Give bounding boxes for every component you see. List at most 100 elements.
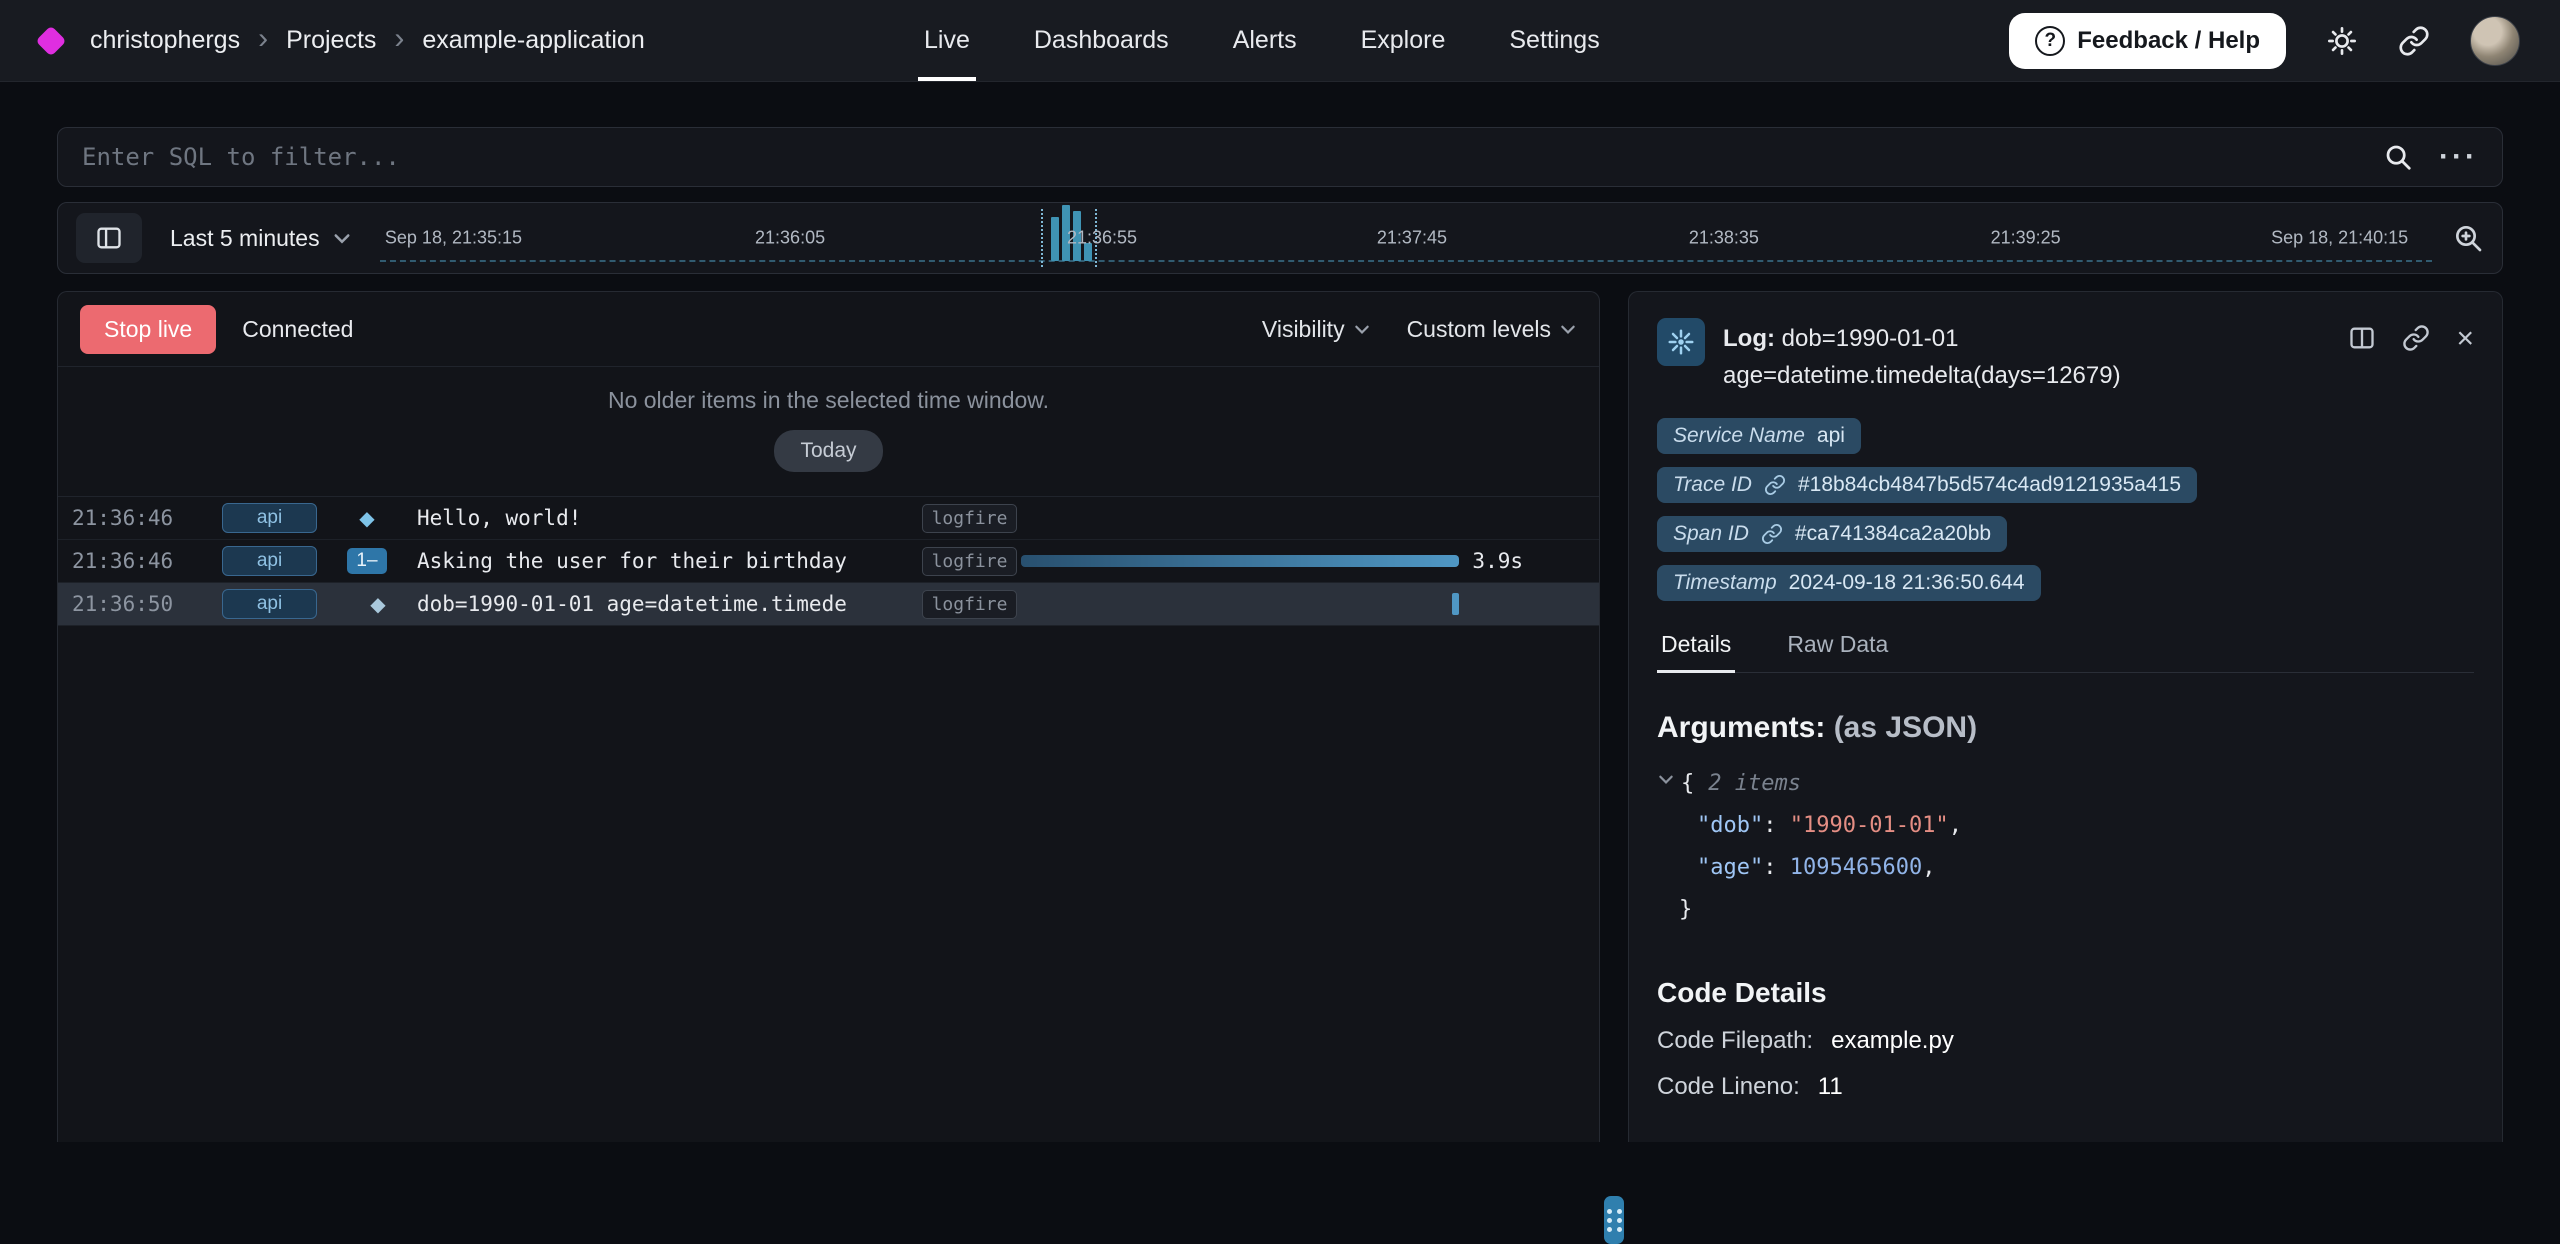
nav-tab-settings[interactable]: Settings bbox=[1477, 0, 1631, 81]
question-icon: ? bbox=[2035, 26, 2065, 56]
sun-icon bbox=[2326, 25, 2358, 57]
timeline-tick: 21:36:05 bbox=[755, 228, 825, 249]
breadcrumb: christophergs › Projects › example-appli… bbox=[90, 24, 645, 58]
live-header-controls: Visibility Custom levels bbox=[1262, 316, 1577, 343]
log-timestamp: 21:36:50 bbox=[72, 592, 212, 616]
live-logs-panel: Stop live Connected Visibility Custom le… bbox=[57, 291, 1600, 1142]
json-colon: : bbox=[1763, 855, 1790, 880]
sparkle-icon bbox=[1666, 327, 1696, 357]
attribute-label: Span ID bbox=[1673, 522, 1749, 546]
json-value: "1990-01-01" bbox=[1790, 813, 1949, 838]
theme-toggle-button[interactable] bbox=[2326, 25, 2358, 57]
breadcrumb-separator-icon: › bbox=[394, 24, 404, 58]
close-panel-button[interactable]: × bbox=[2456, 324, 2474, 354]
detail-tab-details[interactable]: Details bbox=[1657, 631, 1735, 672]
log-row[interactable]: 21:36:46 api 1– Asking the user for their b… bbox=[58, 540, 1599, 583]
arguments-heading-suffix: (as JSON) bbox=[1834, 711, 1977, 744]
json-open-brace: { bbox=[1681, 771, 1694, 796]
log-diamond-icon: ◆ bbox=[370, 594, 385, 616]
json-items-count: 2 items bbox=[1708, 771, 1801, 796]
nav-tab-explore[interactable]: Explore bbox=[1329, 0, 1478, 81]
timeline-tick: 21:36:55 bbox=[1067, 228, 1137, 249]
logfire-logo-icon[interactable] bbox=[35, 25, 66, 56]
histogram-bar bbox=[1051, 217, 1059, 261]
timeline-track[interactable]: Sep 18, 21:35:1521:36:0521:36:5521:37:45… bbox=[380, 203, 2432, 273]
breadcrumb-org[interactable]: christophergs bbox=[90, 26, 240, 55]
columns-icon bbox=[2348, 324, 2376, 352]
time-range-select[interactable]: Last 5 minutes bbox=[162, 225, 360, 252]
arguments-heading-text: Arguments: bbox=[1657, 711, 1825, 744]
link-icon bbox=[2398, 25, 2430, 57]
attribute-service-name[interactable]: Service Nameapi bbox=[1657, 418, 1861, 454]
span-bar-zone bbox=[1017, 583, 1599, 625]
attribute-value: #ca741384ca2a20bb bbox=[1795, 522, 1991, 546]
search-button[interactable] bbox=[2383, 142, 2413, 172]
json-root-line: {2 items bbox=[1657, 763, 2474, 805]
copy-link-button[interactable] bbox=[2402, 324, 2430, 352]
detail-tab-raw-data[interactable]: Raw Data bbox=[1783, 631, 1892, 672]
log-point-marker bbox=[1452, 593, 1459, 615]
breadcrumb-projects[interactable]: Projects bbox=[286, 26, 376, 55]
visibility-label: Visibility bbox=[1262, 316, 1345, 343]
json-key: "age" bbox=[1697, 855, 1763, 880]
nav-tab-live[interactable]: Live bbox=[892, 0, 1002, 81]
log-timestamp: 21:36:46 bbox=[72, 549, 212, 573]
code-filepath-label: Code Filepath: bbox=[1657, 1027, 1813, 1055]
detail-title-text: dob=1990-01-01 age=datetime.timedelta(da… bbox=[1723, 325, 2121, 389]
log-message: Hello, world! bbox=[417, 506, 922, 530]
sidebar-toggle-button[interactable] bbox=[76, 213, 142, 263]
span-bar-zone bbox=[1017, 497, 1599, 539]
collapse-children-badge[interactable]: 1– bbox=[347, 548, 386, 574]
nav-tab-alerts[interactable]: Alerts bbox=[1201, 0, 1329, 81]
log-message: Asking the user for their birthday bbox=[417, 549, 922, 573]
log-type-icon bbox=[1657, 318, 1705, 366]
empty-window-zone: No older items in the selected time wind… bbox=[58, 367, 1599, 497]
service-badge[interactable]: api bbox=[222, 503, 317, 533]
sidebar-toggle-icon bbox=[95, 224, 123, 252]
feedback-help-button[interactable]: ? Feedback / Help bbox=[2009, 13, 2286, 69]
timeline-bar: Last 5 minutes Sep 18, 21:35:1521:36:052… bbox=[57, 202, 2503, 274]
service-badge[interactable]: api bbox=[222, 546, 317, 576]
custom-levels-label: Custom levels bbox=[1407, 316, 1551, 343]
panel-divider bbox=[1600, 291, 1628, 1142]
log-diamond-icon: ◆ bbox=[359, 508, 374, 530]
feedback-help-label: Feedback / Help bbox=[2077, 27, 2260, 55]
attribute-trace-id[interactable]: Trace ID#18b84cb4847b5d574c4ad9121935a41… bbox=[1657, 467, 2197, 503]
stop-live-button[interactable]: Stop live bbox=[80, 305, 216, 354]
timeline-tick: Sep 18, 21:40:15 bbox=[2271, 228, 2408, 249]
detail-actions: × bbox=[2348, 318, 2474, 394]
timeline-tick: 21:38:35 bbox=[1689, 228, 1759, 249]
user-avatar[interactable] bbox=[2470, 16, 2520, 66]
breadcrumb-project[interactable]: example-application bbox=[422, 26, 644, 55]
nav-tab-dashboards[interactable]: Dashboards bbox=[1002, 0, 1201, 81]
zoom-button[interactable] bbox=[2452, 222, 2484, 254]
filter-menu-button[interactable]: ··· bbox=[2439, 140, 2478, 174]
span-duration-bar[interactable] bbox=[1021, 555, 1459, 567]
timeline-tick: 21:37:45 bbox=[1377, 228, 1447, 249]
collapse-caret-icon[interactable] bbox=[1657, 770, 1675, 788]
visibility-dropdown[interactable]: Visibility bbox=[1262, 316, 1371, 343]
log-timestamp: 21:36:46 bbox=[72, 506, 212, 530]
content-area: Stop live Connected Visibility Custom le… bbox=[57, 291, 2503, 1142]
log-row[interactable]: 21:36:46api◆Hello, world!logfire bbox=[58, 497, 1599, 540]
chevron-down-icon bbox=[1353, 320, 1371, 338]
detail-panel: Log: dob=1990-01-01 age=datetime.timedel… bbox=[1628, 291, 2503, 1142]
attribute-timestamp[interactable]: Timestamp2024-09-18 21:36:50.644 bbox=[1657, 565, 2041, 601]
share-link-button[interactable] bbox=[2398, 25, 2430, 57]
breadcrumb-separator-icon: › bbox=[258, 24, 268, 58]
zoom-in-icon bbox=[2452, 222, 2484, 254]
expand-panel-button[interactable] bbox=[2348, 324, 2376, 352]
custom-levels-dropdown[interactable]: Custom levels bbox=[1407, 316, 1577, 343]
sql-filter-input[interactable] bbox=[82, 143, 2357, 171]
attribute-span-id[interactable]: Span ID #ca741384ca2a20bb bbox=[1657, 516, 2007, 552]
service-badge[interactable]: api bbox=[222, 589, 317, 619]
span-duration-label: 3.9s bbox=[1472, 549, 1523, 573]
today-button[interactable]: Today bbox=[774, 430, 882, 472]
json-entries: "dob": "1990-01-01","age": 1095465600, bbox=[1657, 805, 2474, 889]
resize-handle[interactable] bbox=[1604, 1196, 1624, 1244]
json-comma: , bbox=[1922, 855, 1935, 880]
empty-window-message: No older items in the selected time wind… bbox=[608, 387, 1049, 414]
code-lineno-label: Code Lineno: bbox=[1657, 1073, 1800, 1101]
log-row[interactable]: 21:36:50api◆dob=1990-01-01 age=datetime.… bbox=[58, 583, 1599, 626]
chevron-down-icon bbox=[332, 228, 352, 248]
